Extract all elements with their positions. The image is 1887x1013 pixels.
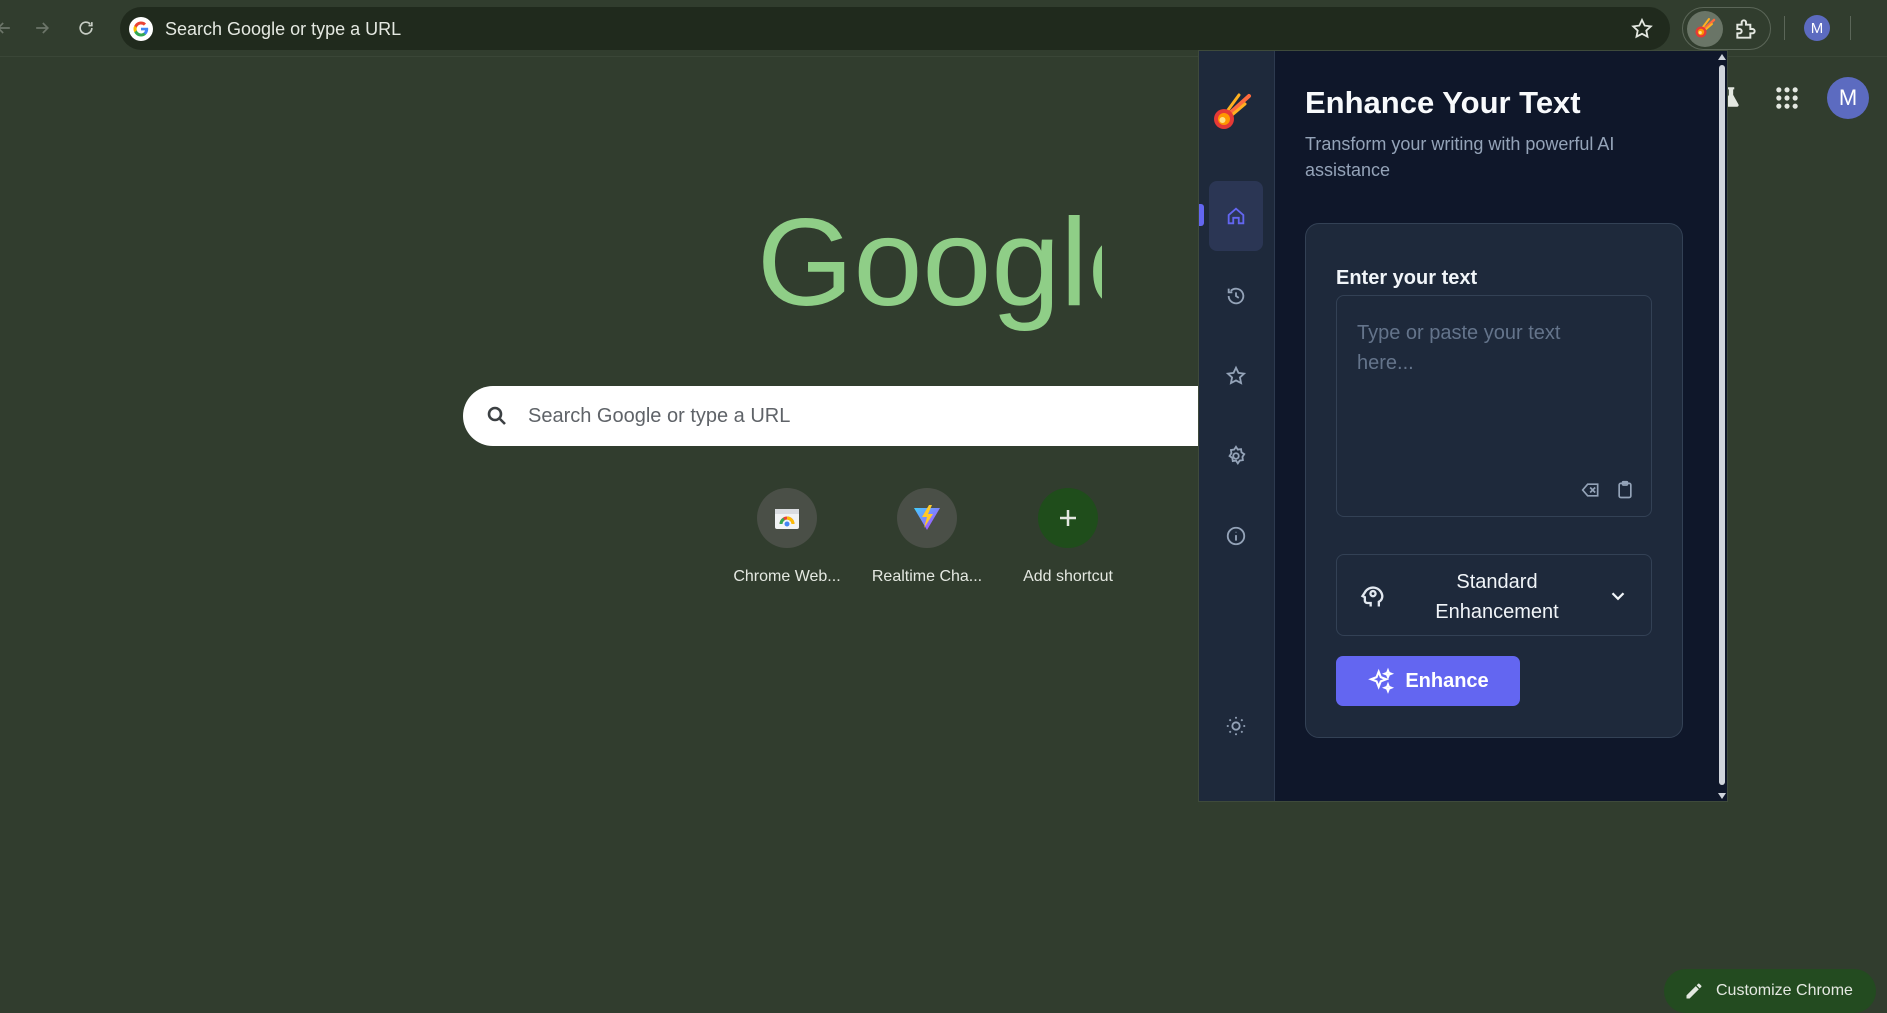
- enhancement-mode-select[interactable]: Standard Enhancement: [1336, 554, 1652, 636]
- google-apps-icon[interactable]: [1773, 84, 1801, 112]
- brain-gear-icon: [1360, 586, 1384, 607]
- chevron-down-icon: [1611, 592, 1625, 601]
- scroll-up-arrow[interactable]: [1718, 54, 1726, 60]
- enhance-button-label: Enhance: [1405, 669, 1489, 692]
- nav-history[interactable]: [1209, 261, 1263, 331]
- popup-main: Enhance Your Text Transform your writing…: [1275, 51, 1715, 801]
- history-icon: [1227, 287, 1245, 305]
- reload-icon[interactable]: [72, 14, 100, 42]
- google-g-icon: [129, 17, 153, 41]
- nav-settings[interactable]: [1209, 421, 1263, 491]
- star-icon: [1225, 365, 1247, 385]
- toolbar-divider: [1784, 16, 1785, 40]
- nav-info[interactable]: [1209, 501, 1263, 571]
- text-input-placeholder: Type or paste your text here...: [1357, 322, 1561, 374]
- toolbar-divider: [1850, 16, 1851, 40]
- google-logo-text: Google: [757, 195, 1102, 332]
- input-label: Enter your text: [1336, 267, 1478, 289]
- enhance-card: Enter your text Type or paste your text …: [1305, 223, 1683, 738]
- gear-icon: [1228, 445, 1246, 465]
- scroll-down-arrow[interactable]: [1718, 793, 1726, 799]
- shortcut-label: Realtime Cha...: [871, 568, 983, 585]
- nav-active-indicator: [1199, 204, 1204, 226]
- sun-icon: [1226, 716, 1246, 736]
- customize-chrome-label: Customize Chrome: [1716, 982, 1853, 999]
- shortcut-chrome-web-store[interactable]: Chrome Web...: [727, 488, 847, 586]
- text-input[interactable]: Type or paste your text here...: [1336, 295, 1652, 517]
- info-icon: [1226, 526, 1246, 546]
- extensions-group: [1682, 7, 1771, 50]
- scroll-thumb[interactable]: [1719, 65, 1725, 785]
- shortcut-realtime-chat[interactable]: Realtime Cha...: [867, 488, 987, 586]
- popup-subtitle: Transform your writing with powerful AI …: [1305, 134, 1615, 180]
- popup-sidebar: [1199, 51, 1275, 801]
- browser-toolbar: Search Google or type a URL M: [0, 0, 1887, 57]
- pencil-icon: [1686, 983, 1702, 999]
- extensions-puzzle-icon[interactable]: [1733, 16, 1759, 42]
- meteor-logo-icon: [1214, 93, 1251, 129]
- plus-icon: [1038, 488, 1098, 548]
- home-icon: [1227, 207, 1245, 225]
- nav-home[interactable]: [1209, 181, 1263, 251]
- forward-icon[interactable]: [28, 14, 56, 42]
- back-icon[interactable]: [0, 14, 18, 42]
- profile-avatar[interactable]: M: [1804, 15, 1830, 41]
- enhance-button[interactable]: Enhance: [1336, 656, 1520, 706]
- nav-favorites[interactable]: [1209, 341, 1263, 411]
- clipboard-icon[interactable]: [1615, 480, 1635, 500]
- customize-chrome-button[interactable]: Customize Chrome: [1664, 969, 1876, 1013]
- google-logo: Google: [757, 195, 1102, 332]
- clear-text-icon[interactable]: [1581, 480, 1601, 500]
- address-bar-placeholder: Search Google or type a URL: [165, 19, 402, 39]
- meteor-extension-icon[interactable]: [1687, 11, 1723, 47]
- extension-popup: Enhance Your Text Transform your writing…: [1198, 50, 1728, 802]
- enhancement-mode-label: Standard Enhancement: [1435, 571, 1559, 623]
- shortcut-label: Chrome Web...: [733, 568, 841, 585]
- sparkles-icon: [1368, 667, 1395, 694]
- search-icon: [485, 404, 509, 428]
- popup-scrollbar[interactable]: [1715, 51, 1727, 801]
- account-avatar[interactable]: M: [1827, 77, 1869, 119]
- vite-icon: [897, 488, 957, 548]
- address-bar[interactable]: Search Google or type a URL: [120, 7, 1670, 50]
- ntp-search-box[interactable]: Search Google or type a URL: [463, 386, 1263, 446]
- chrome-web-store-icon: [757, 488, 817, 548]
- bookmark-star-icon[interactable]: [1630, 17, 1654, 41]
- shortcut-label: Add shortcut: [1023, 568, 1113, 585]
- popup-title: Enhance Your Text: [1305, 85, 1581, 120]
- search-placeholder: Search Google or type a URL: [528, 405, 791, 427]
- shortcut-add[interactable]: Add shortcut: [1008, 488, 1128, 586]
- theme-toggle[interactable]: [1209, 691, 1263, 761]
